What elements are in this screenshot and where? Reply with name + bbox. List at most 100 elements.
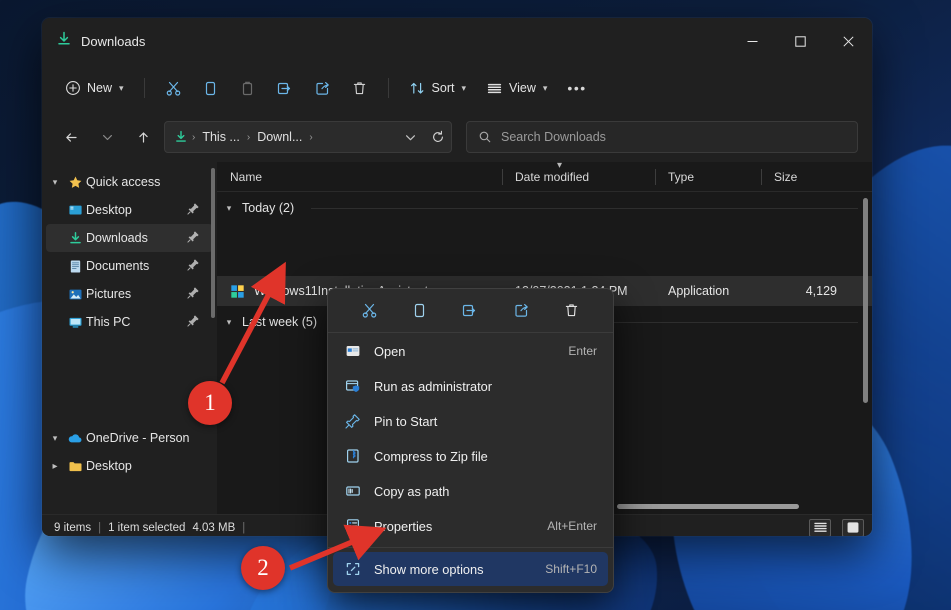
context-menu-accelerator: Alt+Enter <box>547 519 597 533</box>
file-size-cell: 4,129 <box>805 284 837 298</box>
sidebar-group-label: OneDrive - Person <box>86 431 190 445</box>
context-menu-item-pin-to-start[interactable]: Pin to Start <box>333 404 608 438</box>
new-button-label: New <box>87 81 113 95</box>
onedrive-icon <box>64 430 86 446</box>
pin-icon <box>344 413 361 429</box>
context-share-button[interactable] <box>504 296 538 326</box>
navigation-pane: ▾ Quick access Desktop Downloads Documen… <box>42 162 217 514</box>
details-view-button[interactable] <box>809 518 831 536</box>
toolbar-divider <box>143 78 145 98</box>
pin-icon[interactable] <box>187 286 203 302</box>
close-button[interactable] <box>824 18 872 64</box>
context-menu-item-compress-to-zip-file[interactable]: Compress to Zip file <box>333 439 608 473</box>
cut-button[interactable] <box>156 72 191 104</box>
recent-locations-button[interactable] <box>92 122 122 152</box>
view-button[interactable]: View ▾ <box>477 72 556 104</box>
rename-button[interactable] <box>267 72 303 104</box>
breadcrumb-item-this-pc[interactable]: This ... <box>199 128 243 146</box>
refresh-icon[interactable] <box>427 130 445 144</box>
downloads-icon <box>56 31 72 52</box>
copy-button[interactable] <box>193 72 228 104</box>
chevron-down-icon: ▾ <box>461 82 467 93</box>
new-button[interactable]: New ▾ <box>56 72 133 104</box>
view-icon <box>487 83 502 93</box>
column-header-name[interactable]: Name <box>217 162 502 192</box>
context-menu-item-run-as-administrator[interactable]: Run as administrator <box>333 369 608 403</box>
breadcrumb-separator: › <box>309 131 313 143</box>
column-header-type-label: Type <box>668 169 695 184</box>
sidebar-group-quick-access[interactable]: ▾ Quick access <box>46 168 213 196</box>
chevron-down-icon[interactable]: ▾ <box>46 433 64 444</box>
sort-button[interactable]: Sort ▾ <box>400 72 475 104</box>
more-options-icon <box>344 561 361 577</box>
title-bar: Downloads <box>42 18 872 64</box>
sidebar-item-this-pc[interactable]: This PC <box>46 308 213 336</box>
sidebar-item-onedrive-desktop[interactable]: ▸ Desktop <box>46 452 213 480</box>
desktop-icon <box>64 203 86 218</box>
file-list-vertical-scrollbar[interactable] <box>863 198 868 403</box>
annotation-badge-2: 2 <box>241 546 285 590</box>
window-title: Downloads <box>81 33 146 49</box>
rename-icon <box>463 304 476 317</box>
breadcrumb-separator: › <box>246 131 251 143</box>
pictures-icon <box>64 287 86 302</box>
sidebar-item-label: Downloads <box>86 231 148 245</box>
delete-button[interactable] <box>342 72 377 104</box>
column-header-date-label: Date modified <box>515 169 590 184</box>
context-menu-item-properties[interactable]: Properties Alt+Enter <box>333 509 608 543</box>
sidebar-scrollbar[interactable] <box>211 168 215 318</box>
status-divider: | <box>98 521 102 534</box>
paste-button[interactable] <box>230 72 265 104</box>
pin-icon[interactable] <box>187 202 203 218</box>
share-button[interactable] <box>305 72 340 104</box>
chevron-right-icon[interactable]: ▸ <box>46 461 64 472</box>
sidebar-item-documents[interactable]: Documents <box>46 252 213 280</box>
open-icon <box>344 343 361 359</box>
up-button[interactable] <box>128 122 158 152</box>
breadcrumb-dropdown-icon[interactable] <box>398 131 423 144</box>
file-group-header-today[interactable]: ▾ Today (2) <box>217 192 872 224</box>
context-menu-accelerator: Shift+F10 <box>545 562 597 576</box>
status-selection-size: 4.03 MB <box>192 521 236 534</box>
column-header-size[interactable]: Size <box>761 162 841 192</box>
context-copy-button[interactable] <box>403 296 437 326</box>
details-view-icon <box>813 522 827 532</box>
large-icons-view-button[interactable] <box>842 518 864 536</box>
chevron-down-icon[interactable]: ▾ <box>223 203 235 214</box>
context-cut-button[interactable] <box>352 296 386 326</box>
minimize-button[interactable] <box>728 18 776 64</box>
sidebar-item-desktop[interactable]: Desktop <box>46 196 213 224</box>
sidebar-item-downloads[interactable]: Downloads <box>46 224 213 252</box>
breadcrumb[interactable]: › This ... › Downl... › <box>164 121 452 153</box>
properties-icon <box>344 518 361 534</box>
column-header-type[interactable]: Type <box>655 162 761 192</box>
star-icon <box>64 175 86 190</box>
maximize-button[interactable] <box>776 18 824 64</box>
more-options-button[interactable]: ••• <box>558 72 595 104</box>
context-rename-button[interactable] <box>453 296 487 326</box>
documents-icon <box>64 259 86 274</box>
context-menu-item-open[interactable]: Open Enter <box>333 334 608 368</box>
pin-icon[interactable] <box>187 230 203 246</box>
shield-icon <box>344 378 361 394</box>
chevron-down-icon[interactable]: ▾ <box>223 317 235 328</box>
delete-icon <box>353 81 365 94</box>
sort-button-label: Sort <box>431 81 455 95</box>
search-input[interactable]: Search Downloads <box>466 121 858 153</box>
context-delete-button[interactable] <box>555 296 589 326</box>
column-header-name-label: Name <box>230 169 263 184</box>
sidebar-group-onedrive[interactable]: ▾ OneDrive - Person <box>46 424 213 452</box>
file-list-horizontal-scrollbar[interactable] <box>617 504 799 509</box>
context-menu-item-copy-as-path[interactable]: Copy as path <box>333 474 608 508</box>
back-button[interactable] <box>56 122 86 152</box>
pin-icon[interactable] <box>187 258 203 274</box>
pin-icon[interactable] <box>187 314 203 330</box>
context-menu-item-show-more-options[interactable]: Show more options Shift+F10 <box>333 552 608 586</box>
chevron-down-icon[interactable]: ▾ <box>46 177 64 188</box>
file-group-label: Today (2) <box>242 201 295 215</box>
title-bar-left: Downloads <box>42 31 145 52</box>
context-menu-accelerator: Enter <box>568 344 597 358</box>
sidebar-item-pictures[interactable]: Pictures <box>46 280 213 308</box>
breadcrumb-item-downloads[interactable]: Downl... <box>254 128 305 146</box>
column-header-date-modified[interactable]: Date modified <box>502 162 655 192</box>
